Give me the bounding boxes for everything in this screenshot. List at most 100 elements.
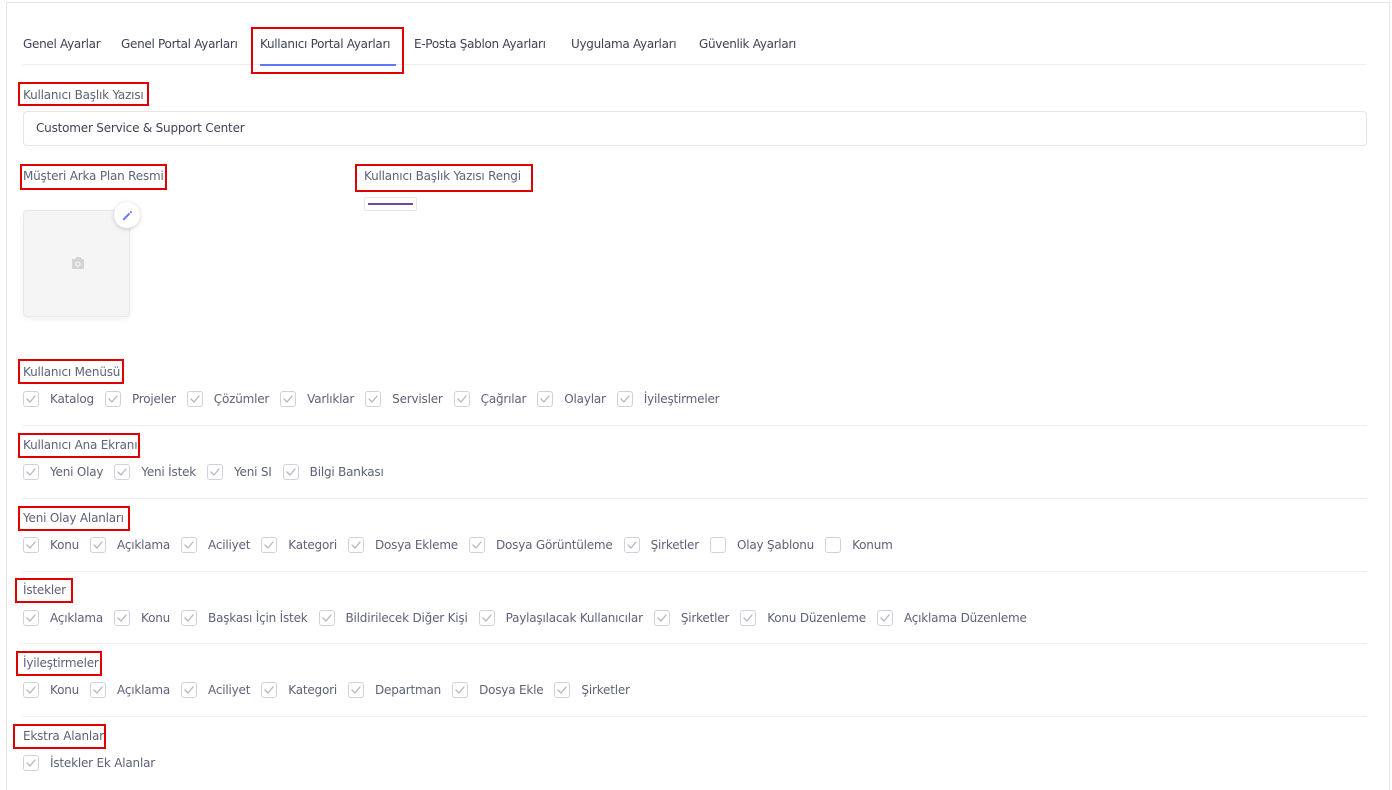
checkbox-item[interactable]: Projeler xyxy=(104,391,187,407)
checkbox-item[interactable]: İyileştirmeler xyxy=(616,391,731,407)
checkbox-item[interactable]: Açıklama xyxy=(90,537,181,553)
checkbox-label: Aciliyet xyxy=(208,683,251,697)
checkbox-checked[interactable] xyxy=(280,391,297,407)
checkbox-checked[interactable] xyxy=(90,537,107,553)
checkbox-checked[interactable] xyxy=(653,610,670,626)
checkbox-item[interactable]: Bilgi Bankası xyxy=(282,464,395,480)
checkbox-checked[interactable] xyxy=(23,464,39,480)
header-color-picker[interactable] xyxy=(364,197,417,211)
checkbox-item[interactable]: Çözümler xyxy=(186,391,280,407)
checkbox-item[interactable]: Dosya Ekleme xyxy=(347,537,469,553)
checkbox-checked[interactable] xyxy=(347,537,364,553)
checkbox-row: Konu Açıklama Aciliyet Kategori Dosya Ekleme… xyxy=(23,535,904,555)
checkbox-item[interactable]: Konu Düzenleme xyxy=(740,610,877,626)
checkbox-checked[interactable] xyxy=(181,682,198,698)
checkbox-checked[interactable] xyxy=(365,391,382,407)
checkbox-checked[interactable] xyxy=(261,682,278,698)
checkbox-checked[interactable] xyxy=(90,682,107,698)
checkbox-label: Yeni SI xyxy=(234,465,272,479)
checkbox-checked[interactable] xyxy=(181,537,198,553)
checkbox-item[interactable]: Kategori xyxy=(261,537,348,553)
checkbox-item[interactable]: Başkası İçin İstek xyxy=(181,610,318,626)
checkbox-checked[interactable] xyxy=(186,391,203,407)
checkbox-checked[interactable] xyxy=(104,391,121,407)
checkbox-item[interactable]: Bildirilecek Diğer Kişi xyxy=(318,610,479,626)
checkbox-item[interactable]: Açıklama xyxy=(23,610,114,626)
edit-image-button[interactable] xyxy=(114,202,140,228)
checkbox-item[interactable]: Konu xyxy=(23,682,90,698)
checkbox-item[interactable]: İstekler Ek Alanlar xyxy=(23,755,166,771)
check-icon xyxy=(26,541,36,549)
checkbox-checked[interactable] xyxy=(554,682,571,698)
checkbox-checked[interactable] xyxy=(23,537,39,553)
checkbox-item[interactable]: Dosya Görüntüleme xyxy=(469,537,624,553)
check-icon xyxy=(557,686,568,694)
checkbox-checked[interactable] xyxy=(23,391,39,407)
checkbox-item[interactable]: Dosya Ekle xyxy=(452,682,554,698)
tab-eposta-sablon-ayarlari[interactable]: E-Posta Şablon Ayarları xyxy=(414,28,546,64)
checkbox-checked[interactable] xyxy=(469,537,485,553)
checkbox-checked[interactable] xyxy=(23,755,39,771)
checkbox-item[interactable]: Aciliyet xyxy=(181,682,261,698)
checkbox-item[interactable]: Konu xyxy=(114,610,181,626)
checkbox-item[interactable]: Şirketler xyxy=(623,537,710,553)
tab-uygulama-ayarlari[interactable]: Uygulama Ayarları xyxy=(571,28,677,64)
tab-genel-ayarlar[interactable]: Genel Ayarlar xyxy=(23,28,101,64)
highlight-box-section xyxy=(18,359,124,384)
checkbox-checked[interactable] xyxy=(347,682,364,698)
checkbox-item[interactable]: Olaylar xyxy=(537,391,616,407)
background-image-upload[interactable] xyxy=(23,210,130,317)
checkbox-checked[interactable] xyxy=(453,391,470,407)
checkbox-item[interactable]: Yeni Olay xyxy=(23,464,114,480)
checkbox-unchecked[interactable] xyxy=(825,537,842,553)
tab-genel-portal-ayarlari[interactable]: Genel Portal Ayarları xyxy=(121,28,238,64)
checkbox-item[interactable]: Kategori xyxy=(261,682,348,698)
checkbox-item[interactable]: Yeni İstek xyxy=(114,464,207,480)
checkbox-checked[interactable] xyxy=(616,391,633,407)
check-icon xyxy=(321,614,332,622)
checkbox-checked[interactable] xyxy=(114,464,131,480)
checkbox-item[interactable]: Konu xyxy=(23,537,90,553)
checkbox-label: Konu xyxy=(50,683,80,697)
checkbox-checked[interactable] xyxy=(23,610,39,626)
checkbox-item[interactable]: Şirketler xyxy=(653,610,740,626)
checkbox-checked[interactable] xyxy=(282,464,299,480)
checkbox-item[interactable]: Açıklama Düzenleme xyxy=(876,610,1038,626)
checkbox-item[interactable]: Servisler xyxy=(365,391,453,407)
header-text-input[interactable]: Customer Service & Support Center xyxy=(23,111,1367,146)
checkbox-checked[interactable] xyxy=(181,610,198,626)
checkbox-checked[interactable] xyxy=(207,464,224,480)
checkbox-checked[interactable] xyxy=(876,610,893,626)
highlight-box-header-color xyxy=(355,164,533,192)
checkbox-item[interactable]: Yeni SI xyxy=(207,464,283,480)
checkbox-label: Olaylar xyxy=(564,392,606,406)
checkbox-item[interactable]: Katalog xyxy=(23,391,105,407)
checkbox-checked[interactable] xyxy=(114,610,131,626)
checkbox-item[interactable]: Açıklama xyxy=(90,682,181,698)
checkbox-checked[interactable] xyxy=(452,682,469,698)
checkbox-item[interactable]: Aciliyet xyxy=(181,537,261,553)
checkbox-label: Bilgi Bankası xyxy=(309,465,384,479)
checkbox-checked[interactable] xyxy=(478,610,495,626)
checkbox-checked[interactable] xyxy=(318,610,335,626)
checkbox-item[interactable]: Şirketler xyxy=(554,682,640,698)
checkbox-checked[interactable] xyxy=(261,537,278,553)
tab-guvenlik-ayarlari[interactable]: Güvenlik Ayarları xyxy=(699,28,796,64)
checkbox-label: Kategori xyxy=(288,538,337,552)
checkbox-item[interactable]: Departman xyxy=(347,682,452,698)
checkbox-row: Açıklama Konu Başkası İçin İstek Bildirilec… xyxy=(23,608,1038,628)
checkbox-item[interactable]: Varlıklar xyxy=(280,391,365,407)
checkbox-item[interactable]: Çağrılar xyxy=(453,391,538,407)
checkbox-unchecked[interactable] xyxy=(709,537,726,553)
checkbox-checked[interactable] xyxy=(740,610,757,626)
section-divider xyxy=(23,643,1367,644)
checkbox-checked[interactable] xyxy=(537,391,554,407)
checkbox-checked[interactable] xyxy=(623,537,640,553)
check-icon xyxy=(368,395,378,403)
checkbox-item[interactable]: Konum xyxy=(825,537,904,553)
check-icon xyxy=(26,468,36,476)
checkbox-item[interactable]: Paylaşılacak Kullanıcılar xyxy=(478,610,654,626)
color-preview-bar xyxy=(368,203,413,205)
checkbox-checked[interactable] xyxy=(23,682,39,698)
checkbox-item[interactable]: Olay Şablonu xyxy=(709,537,825,553)
